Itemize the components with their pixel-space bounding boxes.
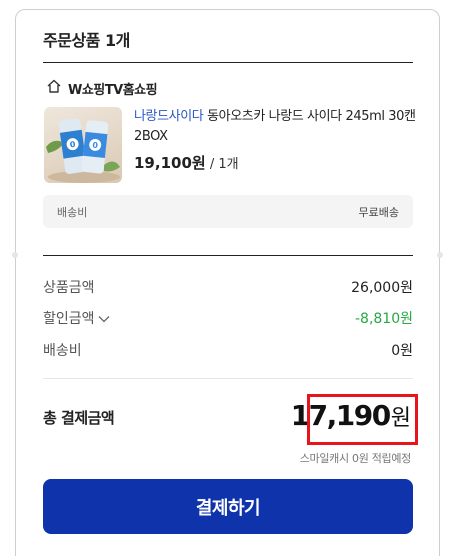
product-thumbnail[interactable]: 0 0	[44, 107, 122, 183]
shipping-value: 무료배송	[358, 205, 399, 219]
product-brand[interactable]: 나랑드사이다	[134, 109, 204, 124]
product-quantity: / 1개	[205, 157, 239, 172]
chevron-down-icon	[98, 311, 110, 327]
points-note: 스마일캐시 0원 적립예정	[299, 452, 412, 465]
order-items-title: 주문상품 1개	[43, 31, 130, 50]
shipping-fee-label: 배송비	[43, 343, 82, 359]
side-notch-right	[437, 252, 443, 258]
pay-button[interactable]: 결제하기	[43, 479, 413, 534]
store-name: W쇼핑TV홈쇼핑	[68, 82, 158, 98]
product-price-row: 19,100원 / 1개	[134, 152, 239, 173]
discount-value: -8,810원	[354, 311, 413, 327]
home-icon	[46, 78, 62, 98]
discount-label: 할인금액	[43, 311, 95, 327]
side-notch-left	[12, 252, 18, 258]
shipping-fee-row: 배송비 0원	[43, 340, 413, 360]
product-amount-value: 26,000원	[351, 280, 413, 296]
product-amount-label: 상품금액	[43, 280, 95, 296]
product-amount-row: 상품금액 26,000원	[43, 277, 413, 297]
divider	[43, 378, 413, 379]
shipping-info-box: 배송비 무료배송	[43, 195, 413, 228]
shipping-fee-value: 0원	[391, 343, 413, 359]
product-price: 19,100원	[134, 154, 206, 172]
store-row[interactable]: W쇼핑TV홈쇼핑	[46, 78, 158, 98]
total-highlight-box	[307, 394, 418, 445]
product-name[interactable]: 나랑드사이다 동아오츠카 나랑드 사이다 245ml 30캔 2BOX	[134, 107, 419, 147]
discount-toggle[interactable]: 할인금액	[43, 308, 110, 328]
shipping-label: 배송비	[57, 205, 88, 219]
total-payment-label: 총 결제금액	[43, 409, 115, 427]
divider	[43, 62, 413, 63]
divider	[43, 255, 413, 256]
discount-row: 할인금액 -8,810원	[43, 308, 413, 328]
order-summary-card: 주문상품 1개 W쇼핑TV홈쇼핑 0 0 나랑드사이다 동아오츠카 나랑드 사이…	[15, 9, 440, 556]
